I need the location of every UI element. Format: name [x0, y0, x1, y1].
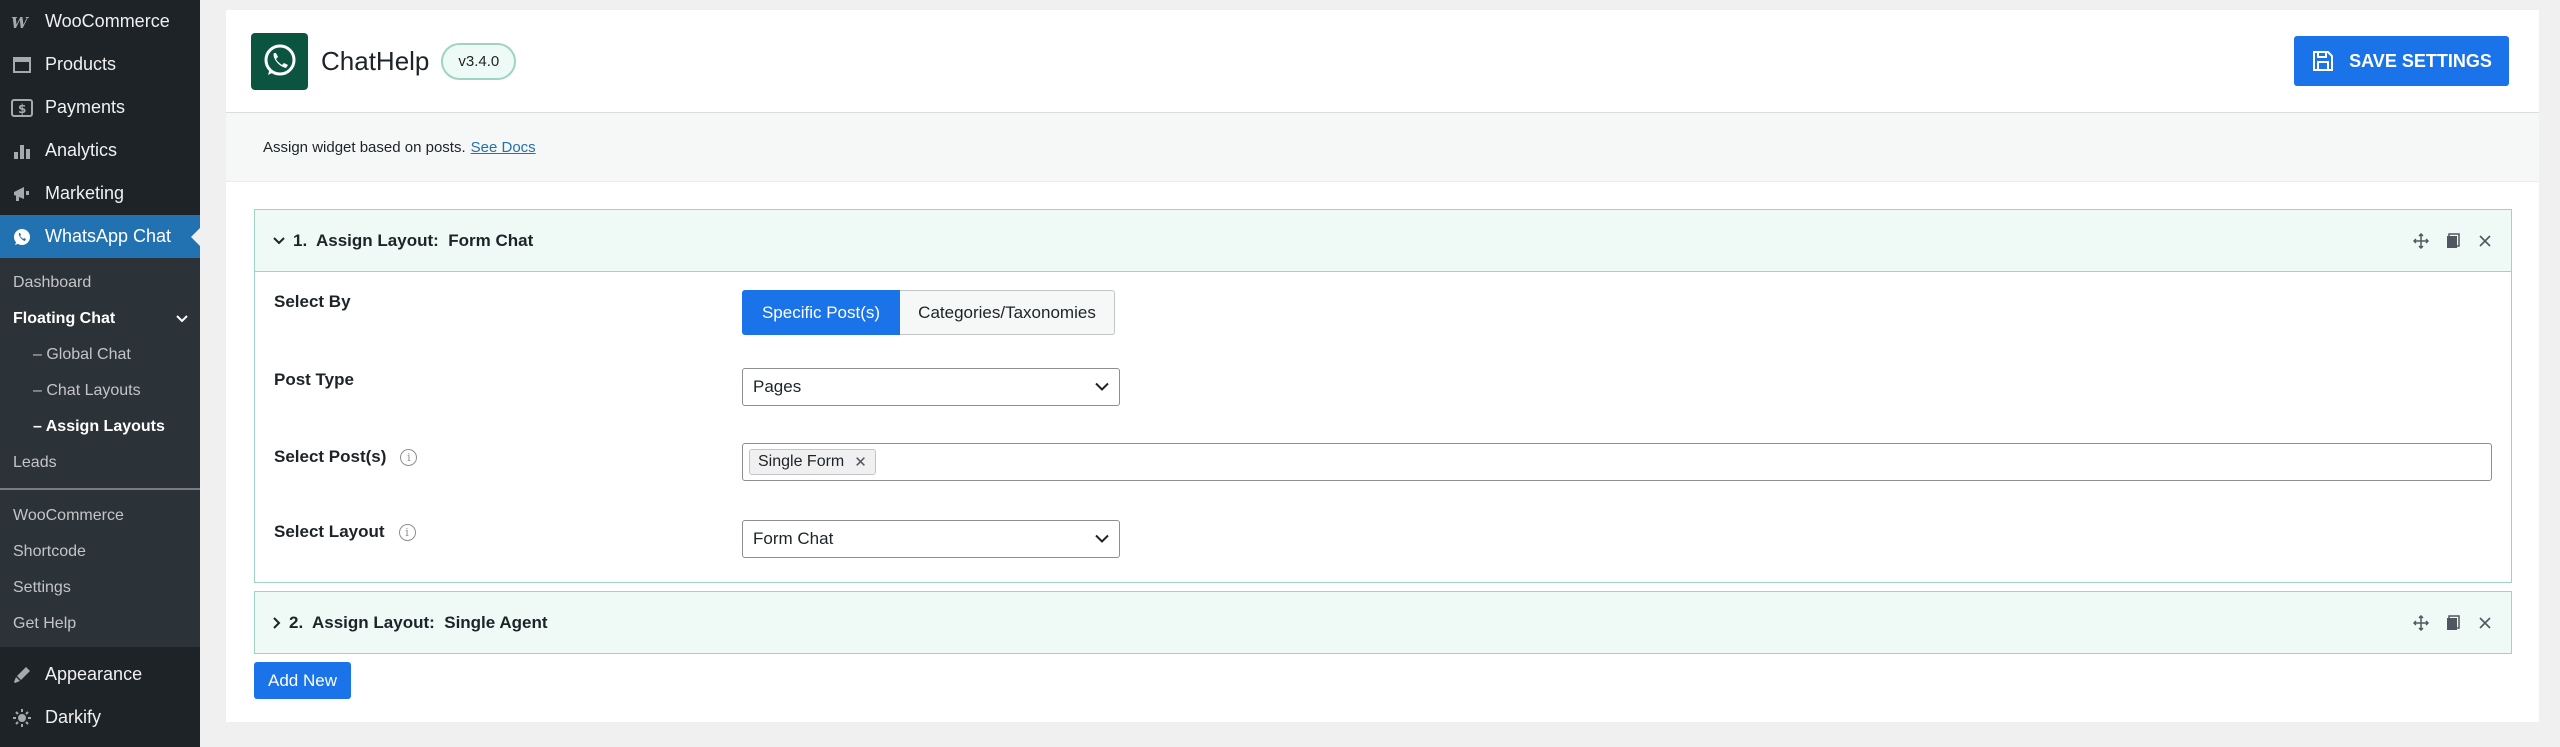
- submenu-divider: [0, 488, 200, 490]
- select-value: Pages: [753, 377, 802, 396]
- post-type-row: Post Type Pages: [274, 352, 2511, 430]
- woo-icon: W: [9, 9, 35, 35]
- admin-sidebar: W WooCommerce Products $ Payments Analyt…: [0, 0, 200, 747]
- submenu-woocommerce[interactable]: WooCommerce: [0, 498, 200, 534]
- docs-notice: Assign widget based on posts. See Docs: [226, 113, 2539, 182]
- chathelp-logo: [251, 32, 308, 90]
- analytics-icon: [9, 138, 35, 164]
- field-label: Select Layout: [274, 522, 385, 541]
- chevron-right-icon: [273, 616, 281, 629]
- save-icon: [2311, 49, 2335, 73]
- layouts-panel: 1. Assign Layout: Form Chat Select By Sp…: [226, 182, 2539, 699]
- field-label: Select By: [274, 292, 351, 311]
- menu-label: Marketing: [45, 183, 125, 203]
- remove-tag-icon[interactable]: ✕: [854, 453, 867, 471]
- tag-label: Single Form: [758, 453, 845, 470]
- accordion-header[interactable]: 2. Assign Layout: Single Agent: [255, 592, 2511, 653]
- select-by-toggle: Specific Post(s) Categories/Taxonomies: [742, 290, 1115, 335]
- select-posts-multiselect[interactable]: Single Form ✕: [742, 443, 2492, 481]
- menu-item-payments[interactable]: $ Payments: [0, 86, 200, 129]
- svg-text:W: W: [11, 15, 30, 29]
- info-icon[interactable]: i: [400, 448, 418, 466]
- darkify-icon: [9, 705, 35, 731]
- select-layout-row: Select Layout i Form Chat: [274, 506, 2511, 582]
- save-settings-button[interactable]: SAVE SETTINGS: [2294, 36, 2509, 86]
- appearance-icon: [9, 662, 35, 688]
- select-layout-select[interactable]: Form Chat: [742, 520, 1120, 558]
- submenu-label: Floating Chat: [13, 310, 116, 327]
- menu-item-products[interactable]: Products: [0, 43, 200, 86]
- submenu-dashboard[interactable]: Dashboard: [0, 265, 200, 301]
- field-label: Select Post(s): [274, 447, 387, 466]
- submenu-chat-layouts[interactable]: – Chat Layouts: [0, 373, 200, 409]
- post-type-select[interactable]: Pages: [742, 368, 1120, 406]
- menu-label: WooCommerce: [45, 11, 170, 31]
- save-label: SAVE SETTINGS: [2349, 50, 2492, 71]
- select-posts-row: Select Post(s) i Single Form ✕: [274, 430, 2511, 506]
- submenu-assign-layouts[interactable]: – Assign Layouts: [0, 409, 200, 445]
- menu-item-darkify[interactable]: Darkify: [0, 696, 200, 739]
- move-icon[interactable]: [2413, 232, 2429, 249]
- add-new-button[interactable]: Add New: [254, 662, 351, 699]
- field-label-wrap: Select Layout i: [274, 522, 742, 542]
- app-title: ChatHelp: [321, 45, 430, 76]
- specific-posts-option[interactable]: Specific Post(s): [742, 290, 900, 335]
- layout-accordion: 1. Assign Layout: Form Chat Select By Sp…: [254, 209, 2512, 583]
- version-badge: v3.4.0: [441, 42, 517, 80]
- accordion-title: 1. Assign Layout: Form Chat: [293, 230, 534, 250]
- plugin-header: ChatHelp v3.4.0 SAVE SETTINGS: [226, 10, 2539, 113]
- select-value: Form Chat: [753, 529, 834, 548]
- select-by-row: Select By Specific Post(s) Categories/Ta…: [274, 272, 2511, 352]
- menu-item-whatsapp-chat[interactable]: WhatsApp Chat: [0, 215, 200, 258]
- categories-taxonomies-option[interactable]: Categories/Taxonomies: [900, 290, 1115, 335]
- chevron-down-icon: [176, 310, 188, 328]
- chevron-down-icon: [1095, 382, 1109, 392]
- menu-label: Analytics: [45, 140, 118, 160]
- close-icon[interactable]: [2477, 615, 2493, 631]
- menu-label: Darkify: [45, 707, 102, 727]
- chevron-down-icon: [1095, 534, 1109, 544]
- duplicate-icon[interactable]: [2445, 232, 2461, 249]
- menu-item-marketing[interactable]: Marketing: [0, 172, 200, 215]
- payments-icon: $: [9, 95, 35, 121]
- submenu-floating-chat[interactable]: Floating Chat: [0, 301, 200, 337]
- notice-text: Assign widget based on posts.: [263, 138, 466, 156]
- info-icon[interactable]: i: [398, 523, 416, 541]
- submenu-global-chat[interactable]: – Global Chat: [0, 337, 200, 373]
- close-icon[interactable]: [2477, 233, 2493, 249]
- submenu-leads[interactable]: Leads: [0, 445, 200, 481]
- menu-item-appearance[interactable]: Appearance: [0, 653, 200, 696]
- submenu-get-help[interactable]: Get Help: [0, 606, 200, 642]
- move-icon[interactable]: [2413, 614, 2429, 631]
- menu-label: WhatsApp Chat: [45, 226, 172, 246]
- field-label-wrap: Select Post(s) i: [274, 447, 742, 467]
- accordion-header[interactable]: 1. Assign Layout: Form Chat: [255, 210, 2511, 271]
- menu-label: Appearance: [45, 664, 143, 684]
- marketing-icon: [9, 181, 35, 207]
- svg-text:$: $: [18, 102, 26, 116]
- selected-post-tag: Single Form ✕: [749, 449, 876, 475]
- menu-item-analytics[interactable]: Analytics: [0, 129, 200, 172]
- submenu-settings[interactable]: Settings: [0, 570, 200, 606]
- accordion-body: Select By Specific Post(s) Categories/Ta…: [255, 271, 2511, 582]
- chevron-down-icon: [273, 236, 285, 245]
- duplicate-icon[interactable]: [2445, 614, 2461, 631]
- menu-label: Payments: [45, 97, 126, 117]
- menu-item-woocommerce[interactable]: W WooCommerce: [0, 0, 200, 43]
- see-docs-link[interactable]: See Docs: [471, 139, 536, 156]
- accordion-title: 2. Assign Layout: Single Agent: [289, 612, 548, 632]
- whatsapp-submenu: Dashboard Floating Chat – Global Chat – …: [0, 258, 200, 647]
- layout-accordion: 2. Assign Layout: Single Agent: [254, 591, 2512, 654]
- menu-label: Products: [45, 54, 117, 74]
- field-label: Post Type: [274, 370, 354, 389]
- products-icon: [9, 52, 35, 78]
- submenu-shortcode[interactable]: Shortcode: [0, 534, 200, 570]
- main-content: ChatHelp v3.4.0 SAVE SETTINGS Assign wid…: [226, 10, 2539, 722]
- whatsapp-icon: [9, 224, 35, 250]
